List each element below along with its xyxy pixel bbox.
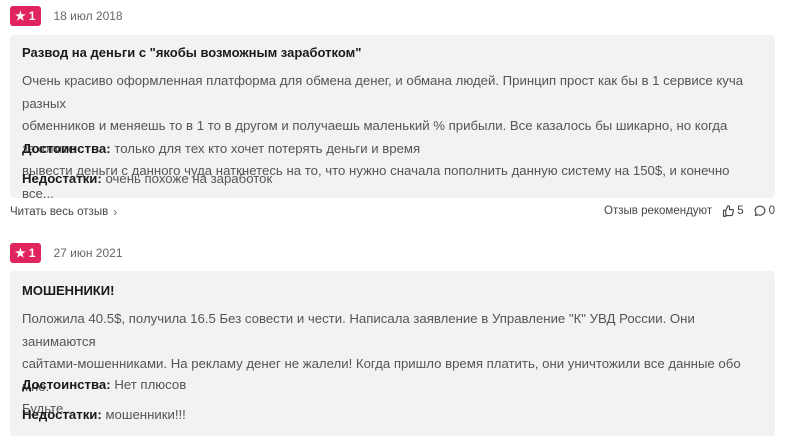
read-full-review-link[interactable]: Читать весь отзыв › [10,205,117,219]
review-date: 18 июл 2018 [53,9,123,23]
cons-text: очень похоже на заработок [105,171,273,186]
chevron-right-icon: › [113,205,118,219]
review-cons: Недостатки: мошенники!!! [22,407,186,422]
pros-label: Достоинства: [22,141,111,156]
cons-label: Недостатки: [22,171,102,186]
recommend-label: Отзыв рекомендуют [604,205,713,217]
pros-text: только для тех кто хочет потерять деньги… [114,141,421,156]
comment-icon [754,205,766,217]
review-header: ★ 1 18 июл 2018 [10,6,123,26]
review-body: Положила 40.5$, получила 16.5 Без совест… [22,308,757,421]
star-icon: ★ [15,9,26,23]
like-count: 5 [737,205,744,217]
comment-count: 0 [768,205,775,217]
review-date: 27 июн 2021 [53,246,123,260]
review-title: МОШЕННИКИ! [22,283,115,298]
review-header: ★ 1 27 июн 2021 [10,243,123,263]
rating-badge: ★ 1 [10,243,42,263]
pros-label: Достоинства: [22,377,111,392]
rating-value: 1 [28,9,36,23]
review-actions: Отзыв рекомендуют 5 0 [604,205,775,217]
review-pros: Достоинства: только для тех кто хочет по… [22,141,420,156]
review-cons: Недостатки: очень похоже на заработок [22,171,272,186]
read-full-review-label: Читать весь отзыв [10,206,109,218]
rating-badge: ★ 1 [10,6,42,26]
review-body-line: Положила 40.5$, получила 16.5 Без совест… [22,311,695,349]
cons-label: Недостатки: [22,407,102,422]
thumbs-up-icon [723,205,735,217]
review-card: МОШЕННИКИ! Положила 40.5$, получила 16.5… [10,271,775,436]
cons-text: мошенники!!! [105,407,186,422]
review-body-line: Очень красиво оформленная платформа для … [22,73,744,111]
review-footer: Читать весь отзыв › Отзыв рекомендуют 5 … [10,205,775,225]
comment-button[interactable]: 0 [754,205,775,217]
like-button[interactable]: 5 [722,205,744,217]
review-card: Развод на деньги с "якобы возможным зара… [10,35,775,201]
review-pros: Достоинства: Нет плюсов [22,377,186,392]
rating-value: 1 [28,246,36,260]
pros-text: Нет плюсов [114,377,187,392]
review-title: Развод на деньги с "якобы возможным зара… [22,45,362,60]
star-icon: ★ [15,246,26,260]
